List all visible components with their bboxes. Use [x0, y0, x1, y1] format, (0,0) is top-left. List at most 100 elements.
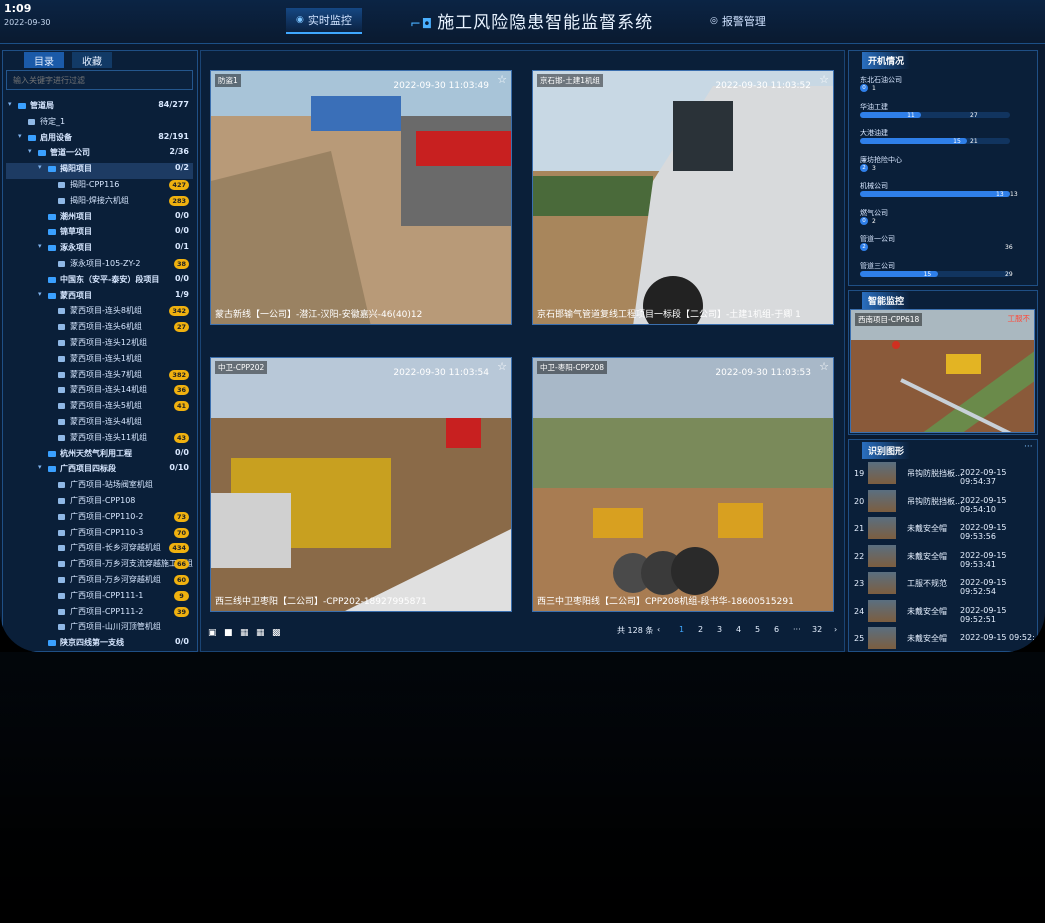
recognition-record[interactable]: 19 吊钩防脱挡板... 2022-09-15 09:54:37	[850, 460, 1035, 488]
tree-node[interactable]: ▾ 揭阳项目 0/2	[6, 163, 193, 179]
status-total-count: 3	[872, 164, 876, 172]
pager-page[interactable]: 1	[679, 625, 684, 634]
tree-node[interactable]: 陕京四线第一支线 0/0	[6, 637, 193, 650]
nav-alarm-management[interactable]: ◎ 报警管理	[700, 8, 776, 34]
pager-page[interactable]: 3	[717, 625, 722, 634]
tree-node[interactable]: 中国东（安平-泰安）段项目 0/0	[6, 274, 193, 290]
tree-node[interactable]: ▾ 管道局 84/277	[6, 100, 193, 116]
recognition-record[interactable]: 21 未戴安全帽 2022-09-15 09:53:56	[850, 515, 1035, 543]
smart-monitor-camera[interactable]: 西南项目-CPP618 工服不	[850, 309, 1035, 433]
record-type: 吊钩防脱挡板...	[907, 469, 963, 478]
favorite-star-icon[interactable]: ☆	[819, 73, 829, 86]
pager-prev[interactable]: ‹	[657, 625, 660, 634]
camera-icon	[58, 181, 65, 188]
recognition-record[interactable]: 24 未戴安全帽 2022-09-15 09:52:51	[850, 598, 1035, 626]
tree-node[interactable]: 广西项目-CPP111-2 39	[6, 606, 193, 622]
record-thumbnail[interactable]	[868, 462, 896, 484]
record-thumbnail[interactable]	[868, 599, 896, 622]
tree-node-count: 0/0	[174, 210, 189, 220]
tree-node[interactable]: ▾ 蒙西项目 1/9	[6, 290, 193, 306]
record-thumbnail[interactable]	[868, 627, 896, 649]
tree-node[interactable]: 揭阳-CPP116 427	[6, 179, 193, 195]
camera-icon	[58, 371, 65, 378]
layout-2x2-icon[interactable]: ▦	[240, 629, 249, 638]
pager-page[interactable]: ···	[793, 625, 801, 634]
tree-node[interactable]: 广西项目-站场阀室机组	[6, 479, 193, 495]
caret-down-icon[interactable]: ▾	[38, 290, 42, 298]
tree-node[interactable]: 广西项目-万乡河穿越机组 60	[6, 574, 193, 590]
tree-node[interactable]: 广西项目-CPP108	[6, 495, 193, 511]
layout-1-icon[interactable]: ■	[224, 629, 233, 638]
tree-node[interactable]: 蒙西项目-连头7机组 382	[6, 369, 193, 385]
tree-node[interactable]: 蒙西项目-连头5机组 41	[6, 400, 193, 416]
status-total-count: 2	[872, 217, 876, 225]
tree-node[interactable]: 蒙西项目-连头12机组	[6, 337, 193, 353]
recognition-record[interactable]: 20 吊钩防脱挡板... 2022-09-15 09:54:10	[850, 488, 1035, 516]
pager-page[interactable]: 5	[755, 625, 760, 634]
layout-4x4-icon[interactable]: ▩	[272, 629, 281, 638]
tree-node[interactable]: 广西项目-山川河顶管机组	[6, 621, 193, 637]
tree-node[interactable]: 揭阳-焊接六机组 283	[6, 195, 193, 211]
record-index: 20	[854, 496, 865, 506]
tree-node[interactable]: 潮州项目 0/0	[6, 211, 193, 227]
filter-input[interactable]	[6, 70, 193, 90]
camera-view[interactable]: 中卫-枣阳-CPP208 2022-09-30 11:03:53 ☆ 西三中卫枣阳线【…	[532, 357, 834, 612]
caret-down-icon[interactable]: ▾	[38, 163, 42, 171]
tree-node[interactable]: 待定_1	[6, 116, 193, 132]
pager-page[interactable]: 4	[736, 625, 741, 634]
tree-node[interactable]: 涿永项目-105-ZY-2 38	[6, 258, 193, 274]
tree-node[interactable]: 锦草项目 0/0	[6, 226, 193, 242]
tree-node[interactable]: ▾ 启用设备 82/191	[6, 132, 193, 148]
status-total-count: 13	[1010, 191, 1018, 198]
tree-node[interactable]: 蒙西项目-连头6机组 27	[6, 321, 193, 337]
alert-count-badge: 27	[173, 322, 189, 333]
caret-down-icon[interactable]: ▾	[28, 147, 32, 155]
caret-down-icon[interactable]: ▾	[38, 242, 42, 250]
recognition-record[interactable]: 22 未戴安全帽 2022-09-15 09:53:41	[850, 543, 1035, 571]
tree-node[interactable]: 广西项目-CPP110-3 70	[6, 527, 193, 543]
record-thumbnail[interactable]	[868, 572, 896, 594]
nav-realtime-monitor[interactable]: ◉ 实时监控	[286, 8, 362, 34]
record-thumbnail[interactable]	[868, 489, 896, 512]
status-company-name: 华油工建	[860, 102, 888, 111]
tree-node[interactable]: ▾ 广西项目四标段 0/10	[6, 463, 193, 479]
favorite-star-icon[interactable]: ☆	[819, 360, 829, 373]
tree-node[interactable]: 广西项目-CPP111-1 9	[6, 590, 193, 606]
pager-page[interactable]: 6	[774, 625, 779, 634]
tree-node[interactable]: ▾ 涿永项目 0/1	[6, 242, 193, 258]
tree-node[interactable]: 广西项目-长乡河穿越机组 434	[6, 542, 193, 558]
tree-node[interactable]: 蒙西项目-连头4机组	[6, 416, 193, 432]
favorite-star-icon[interactable]: ☆	[497, 360, 507, 373]
more-icon[interactable]: ···	[1024, 442, 1033, 452]
pager-page[interactable]: 32	[812, 625, 822, 634]
pager-page[interactable]: 2	[698, 625, 703, 634]
camera-view[interactable]: 防盗1 2022-09-30 11:03:49 ☆ 蒙古新线【一公司】-潜江-汉阳-安…	[210, 70, 512, 325]
caret-down-icon[interactable]: ▾	[8, 100, 12, 108]
tab-favorites[interactable]: 收藏	[72, 52, 112, 68]
status-on-count: 13	[996, 191, 1004, 198]
record-thumbnail[interactable]	[868, 544, 896, 567]
pager-next[interactable]: ›	[834, 625, 837, 634]
tree-node[interactable]: 杭州天然气利用工程 0/0	[6, 448, 193, 464]
recognition-record[interactable]: 25 未戴安全帽 2022-09-15 09:52:	[850, 625, 1035, 652]
tree-node-label: 广西项目-万乡河穿越机组	[70, 574, 161, 584]
tree-node[interactable]: 广西项目-万乡河支流穿越施工机组 66	[6, 558, 193, 574]
tree-node-count: 0/0	[174, 273, 189, 283]
caret-down-icon[interactable]: ▾	[38, 463, 42, 471]
recognition-record[interactable]: 23 工服不规范 2022-09-15 09:52:54	[850, 570, 1035, 598]
tree-node[interactable]: 蒙西项目-连头1机组	[6, 353, 193, 369]
favorite-star-icon[interactable]: ☆	[497, 73, 507, 86]
tab-directory[interactable]: 目录	[24, 52, 64, 68]
tree-node[interactable]: ▾ 管道一公司 2/36	[6, 147, 193, 163]
caret-down-icon[interactable]: ▾	[18, 132, 22, 140]
tree-node[interactable]: 蒙西项目-连头11机组 43	[6, 432, 193, 448]
record-time: 2022-09-15 09:52:	[960, 633, 1035, 642]
camera-view[interactable]: 中卫-CPP202 2022-09-30 11:03:54 ☆ 西三线中卫枣阳【二公司…	[210, 357, 512, 612]
layout-1x1-icon[interactable]: ▣	[208, 629, 217, 638]
tree-node[interactable]: 蒙西项目-连头8机组 342	[6, 305, 193, 321]
camera-view[interactable]: 京石邯-土建1机组 2022-09-30 11:03:52 ☆ 京石邯输气管道复线工程…	[532, 70, 834, 325]
tree-node[interactable]: 蒙西项目-连头14机组 36	[6, 384, 193, 400]
record-thumbnail[interactable]	[868, 517, 896, 539]
layout-3x3-icon[interactable]: ▦	[256, 629, 265, 638]
tree-node[interactable]: 广西项目-CPP110-2 73	[6, 511, 193, 527]
